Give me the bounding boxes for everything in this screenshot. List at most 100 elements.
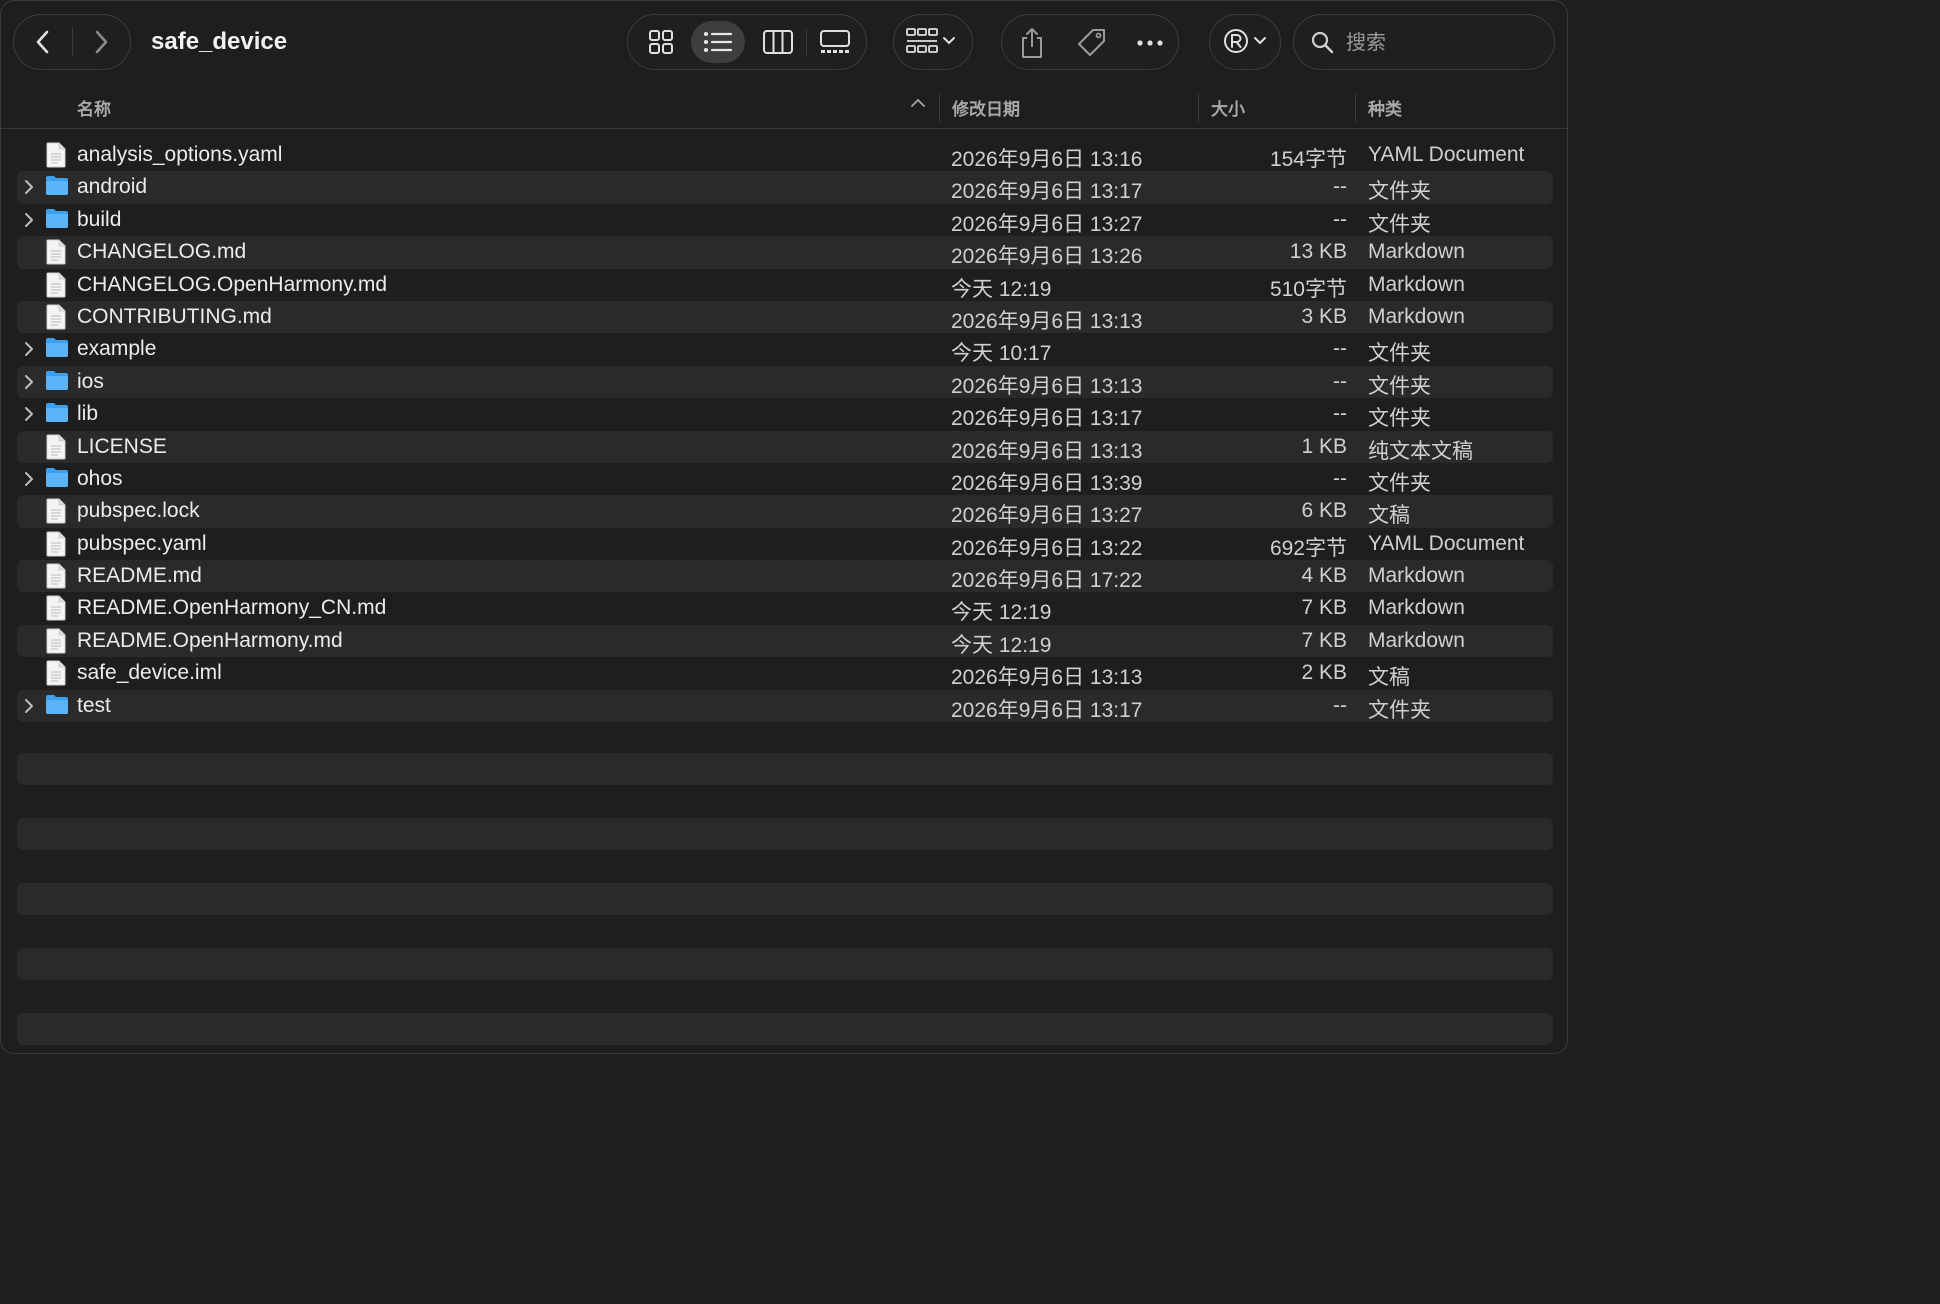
document-icon: [46, 628, 66, 654]
table-row[interactable]: README.OpenHarmony_CN.md 今天 12:19 7 KB Mark…: [17, 592, 1553, 624]
file-modified-date: 2026年9月6日 13:13: [951, 666, 1143, 690]
column-divider[interactable]: [1355, 93, 1356, 123]
table-row[interactable]: safe_device.iml 2026年9月6日 13:13 2 KB 文稿: [17, 657, 1553, 689]
document-icon: [46, 239, 66, 265]
share-button[interactable]: [1012, 23, 1052, 63]
disclosure-chevron-icon[interactable]: [23, 698, 35, 714]
icon-view-button[interactable]: [634, 21, 688, 63]
disclosure-chevron-icon[interactable]: [23, 406, 35, 422]
table-row[interactable]: android 2026年9月6日 13:17 -- 文件夹: [17, 171, 1553, 204]
folder-icon: [46, 176, 68, 196]
registered-icon: [1224, 29, 1248, 53]
file-size: 2 KB: [1301, 661, 1347, 685]
search-field[interactable]: [1293, 14, 1555, 70]
disclosure-chevron-icon[interactable]: [23, 179, 35, 195]
file-kind: 文件夹: [1368, 374, 1431, 398]
file-modified-date: 今天 12:19: [951, 633, 1052, 657]
empty-row: [17, 818, 1553, 850]
file-kind: 文稿: [1368, 666, 1410, 690]
disclosure-chevron-icon[interactable]: [23, 212, 35, 228]
gallery-view-button[interactable]: [808, 21, 862, 63]
file-modified-date: 今天 10:17: [951, 342, 1052, 366]
file-name: pubspec.lock: [77, 499, 200, 523]
file-kind: Markdown: [1368, 628, 1465, 652]
file-name: example: [77, 337, 157, 361]
file-modified-date: 2026年9月6日 17:22: [951, 569, 1143, 593]
table-row[interactable]: test 2026年9月6日 13:17 -- 文件夹: [17, 689, 1553, 723]
search-input[interactable]: [1344, 25, 1538, 61]
column-kind-header[interactable]: 种类: [1368, 95, 1402, 120]
document-icon: [46, 304, 66, 330]
toolbar: safe_device: [1, 1, 1567, 85]
file-size: 1 KB: [1301, 434, 1347, 458]
table-row[interactable]: pubspec.lock 2026年9月6日 13:27 6 KB 文稿: [17, 495, 1553, 528]
document-icon: [46, 531, 66, 557]
table-row[interactable]: build 2026年9月6日 13:27 -- 文件夹: [17, 204, 1553, 236]
gallery-icon: [820, 30, 850, 53]
table-row[interactable]: README.md 2026年9月6日 17:22 4 KB Markdown: [17, 560, 1553, 593]
table-row[interactable]: ohos 2026年9月6日 13:39 -- 文件夹: [17, 463, 1553, 495]
file-kind: 文件夹: [1368, 180, 1431, 204]
grid-icon: [649, 30, 673, 54]
forward-button[interactable]: [72, 15, 130, 69]
file-name: README.OpenHarmony_CN.md: [77, 596, 387, 620]
table-row[interactable]: CHANGELOG.md 2026年9月6日 13:26 13 KB Markdown: [17, 236, 1553, 269]
file-size: 7 KB: [1301, 596, 1347, 620]
table-row[interactable]: analysis_options.yaml 2026年9月6日 13:16 154字…: [17, 139, 1553, 171]
file-name: build: [77, 207, 122, 231]
table-row[interactable]: pubspec.yaml 2026年9月6日 13:22 692字节 YAML Doc…: [17, 528, 1553, 560]
column-size-header[interactable]: 大小: [1211, 95, 1245, 120]
file-name: README.OpenHarmony.md: [77, 628, 343, 652]
empty-row: [17, 1013, 1553, 1045]
share-icon: [1022, 27, 1042, 58]
table-row[interactable]: example 今天 10:17 -- 文件夹: [17, 333, 1553, 365]
file-modified-date: 2026年9月6日 13:17: [951, 407, 1143, 431]
view-divider: [806, 29, 807, 57]
table-row[interactable]: LICENSE 2026年9月6日 13:13 1 KB 纯文本文稿: [17, 430, 1553, 463]
column-header: 名称 修改日期 大小 种类: [1, 85, 1567, 129]
document-icon: [46, 434, 66, 460]
file-name: analysis_options.yaml: [77, 143, 283, 166]
more-button[interactable]: [1130, 23, 1170, 63]
column-divider[interactable]: [939, 93, 940, 123]
file-kind: Markdown: [1368, 564, 1465, 588]
file-name: android: [77, 175, 148, 199]
group-by-button[interactable]: [893, 14, 973, 70]
table-row[interactable]: CHANGELOG.OpenHarmony.md 今天 12:19 510字节 Mar…: [17, 269, 1553, 301]
chevron-down-icon: [1254, 37, 1266, 45]
back-button[interactable]: [14, 15, 72, 69]
document-icon: [46, 498, 66, 524]
file-name: test: [77, 693, 111, 717]
file-kind: 文件夹: [1368, 212, 1431, 236]
table-row[interactable]: lib 2026年9月6日 13:17 -- 文件夹: [17, 398, 1553, 430]
file-modified-date: 2026年9月6日 13:13: [951, 309, 1143, 333]
tag-button[interactable]: [1072, 23, 1112, 63]
chevron-left-icon: [36, 30, 49, 54]
column-divider[interactable]: [1198, 93, 1199, 123]
disclosure-chevron-icon[interactable]: [23, 374, 35, 390]
file-name: pubspec.yaml: [77, 531, 207, 555]
table-row[interactable]: CONTRIBUTING.md 2026年9月6日 13:13 3 KB Markdo…: [17, 300, 1553, 334]
finder-window: safe_device 搜索 名称 修改日期 大小 种类 analysis_op…: [0, 0, 1568, 1054]
registered-menu-button[interactable]: [1209, 14, 1281, 70]
file-name: lib: [77, 402, 99, 426]
file-name: README.md: [77, 564, 202, 588]
file-kind: 文件夹: [1368, 407, 1431, 431]
file-size: 13 KB: [1289, 240, 1347, 264]
chevron-down-icon: [943, 37, 955, 45]
column-view-button[interactable]: [751, 21, 805, 63]
disclosure-chevron-icon[interactable]: [23, 471, 35, 487]
file-modified-date: 今天 12:19: [951, 277, 1052, 301]
file-kind: Markdown: [1368, 240, 1465, 264]
list-view-button[interactable]: [691, 21, 745, 63]
file-size: --: [1333, 402, 1347, 426]
table-row[interactable]: README.OpenHarmony.md 今天 12:19 7 KB Markdow…: [17, 624, 1553, 658]
column-name-header[interactable]: 名称: [77, 95, 111, 120]
table-row[interactable]: ios 2026年9月6日 13:13 -- 文件夹: [17, 365, 1553, 399]
file-modified-date: 2026年9月6日 13:27: [951, 212, 1143, 236]
disclosure-chevron-icon[interactable]: [23, 341, 35, 357]
column-date-header[interactable]: 修改日期: [952, 95, 1020, 120]
file-name: CHANGELOG.md: [77, 240, 247, 264]
folder-icon: [46, 208, 68, 228]
file-size: 4 KB: [1301, 564, 1347, 588]
